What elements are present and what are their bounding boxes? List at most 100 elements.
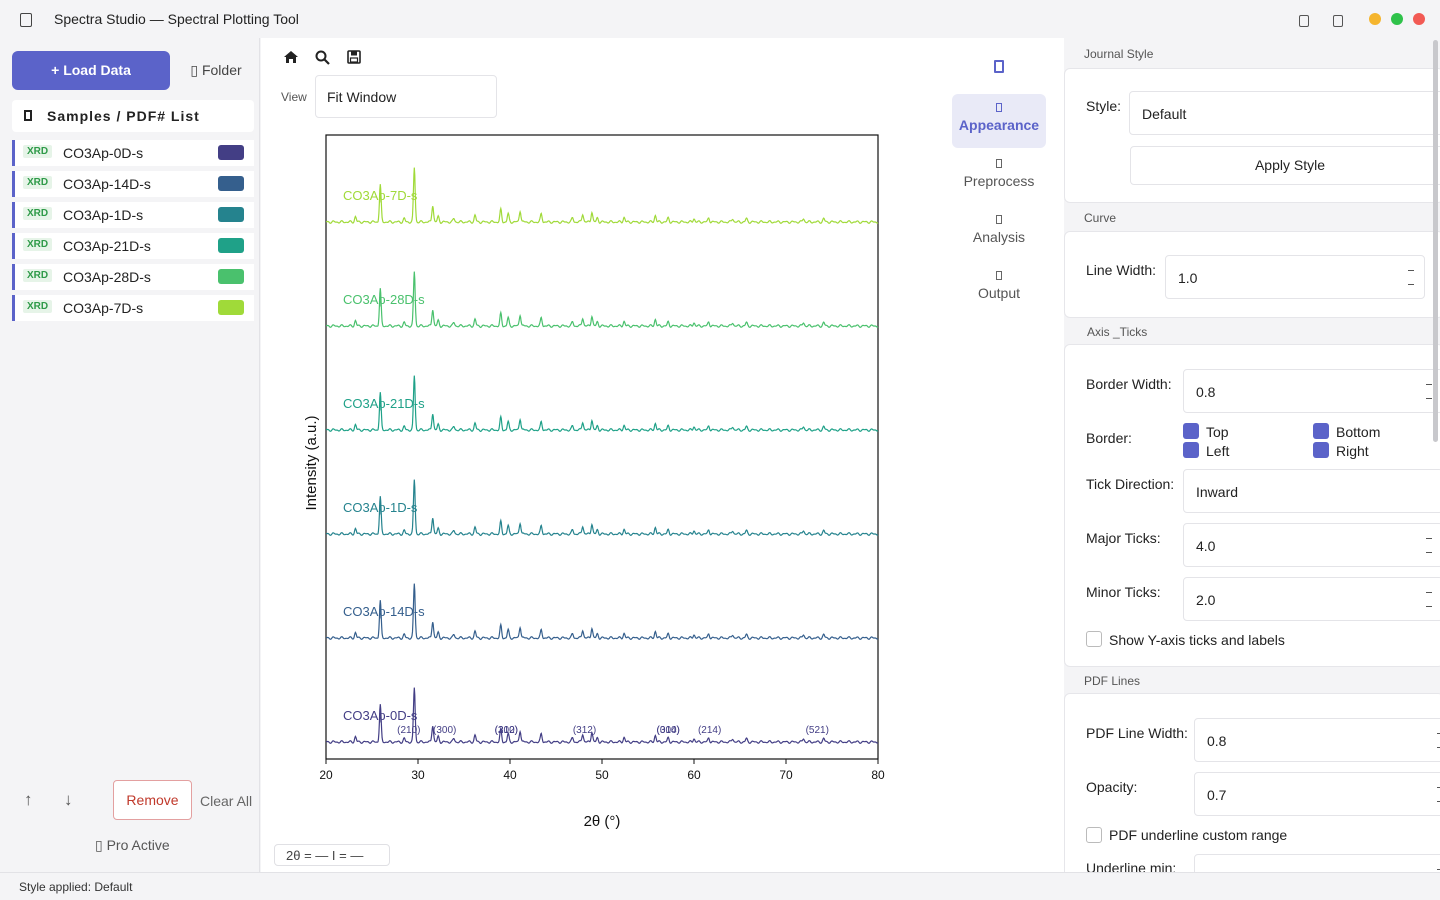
list-icon xyxy=(24,110,32,121)
series-label: CO3Ap-1D-s xyxy=(343,500,418,515)
export-icon xyxy=(996,271,1002,280)
filter-icon xyxy=(996,159,1002,168)
tab-analysis[interactable]: Analysis xyxy=(952,206,1046,260)
opacity-label: Opacity: xyxy=(1086,779,1138,795)
underline-min-label: Underline min: xyxy=(1086,860,1177,872)
spin-arrow-icon[interactable] xyxy=(1426,552,1432,553)
sample-type-badge: XRD xyxy=(23,145,53,158)
save-icon[interactable] xyxy=(347,50,361,67)
peak-annotation: (521) xyxy=(806,725,829,736)
sample-item[interactable]: XRD CO3Ap-28D-s xyxy=(12,264,254,290)
x-axis: 20 30 40 50 60 70 80 xyxy=(319,759,885,782)
border-label: Border: xyxy=(1086,430,1132,446)
help-icon[interactable] xyxy=(1333,15,1343,27)
border-width-input[interactable]: 0.8 xyxy=(1183,369,1440,413)
sample-color-swatch[interactable] xyxy=(218,269,244,284)
y-axis-label: Intensity (a.u.) xyxy=(303,415,320,510)
spin-arrow-icon[interactable] xyxy=(1426,538,1432,539)
sample-item[interactable]: XRD CO3Ap-0D-s xyxy=(12,140,254,166)
sample-color-swatch[interactable] xyxy=(218,300,244,315)
pdf-lines-card: PDF Line Width: 0.8 Opacity: 0.7 PDF und… xyxy=(1064,693,1440,872)
tick-direction-select[interactable]: Inward xyxy=(1183,469,1440,513)
curve-title: Curve xyxy=(1084,211,1117,225)
sample-item[interactable]: XRD CO3Ap-21D-s xyxy=(12,233,254,259)
minor-ticks-input[interactable]: 2.0 xyxy=(1183,577,1440,621)
sample-list: XRD CO3Ap-0D-s XRD CO3Ap-14D-s XRD CO3Ap-1D-s… xyxy=(12,140,254,326)
load-data-button[interactable]: + Load Data xyxy=(12,51,170,90)
apply-style-button[interactable]: Apply Style xyxy=(1130,146,1440,185)
move-down-button[interactable]: ↓ xyxy=(64,790,73,810)
remove-button[interactable]: Remove xyxy=(113,780,192,820)
sample-list-header: Samples / PDF# List xyxy=(12,100,254,132)
move-up-button[interactable]: ↑ xyxy=(24,790,33,810)
clear-all-button[interactable]: Clear All xyxy=(200,793,252,809)
tab-output[interactable]: Output xyxy=(952,262,1046,316)
x-axis-label: 2θ (°) xyxy=(584,813,621,830)
sample-color-swatch[interactable] xyxy=(218,207,244,222)
sample-item[interactable]: XRD CO3Ap-7D-s xyxy=(12,295,254,321)
sample-item[interactable]: XRD CO3Ap-1D-s xyxy=(12,202,254,228)
spin-arrow-icon[interactable] xyxy=(1426,384,1432,385)
sample-list-title: Samples / PDF# List xyxy=(47,108,200,124)
home-icon[interactable] xyxy=(283,50,299,67)
series-label: CO3Ap-28D-s xyxy=(343,292,425,307)
sample-color-swatch[interactable] xyxy=(218,145,244,160)
sample-color-swatch[interactable] xyxy=(218,238,244,253)
view-label: View xyxy=(281,90,307,104)
line-width-label: Line Width: xyxy=(1086,262,1157,278)
sample-name: CO3Ap-7D-s xyxy=(63,300,144,316)
peak-annotation: (312) xyxy=(573,725,596,736)
border-top-checkbox[interactable] xyxy=(1183,423,1199,439)
border-left-checkbox[interactable] xyxy=(1183,442,1199,458)
sample-name: CO3Ap-21D-s xyxy=(63,238,151,254)
style-select[interactable]: Default xyxy=(1129,91,1440,135)
border-bottom-checkbox[interactable] xyxy=(1313,423,1329,439)
view-select[interactable]: Fit Window xyxy=(315,75,497,118)
spin-arrow-icon[interactable] xyxy=(1408,270,1414,271)
sample-item[interactable]: XRD CO3Ap-14D-s xyxy=(12,171,254,197)
title-bar: Spectra Studio — Spectral Plotting Tool xyxy=(0,0,1440,40)
pdf-underline-checkbox[interactable] xyxy=(1086,827,1102,843)
border-right-checkbox[interactable] xyxy=(1313,442,1329,458)
pdf-lines-title: PDF Lines xyxy=(1084,674,1141,688)
settings-scrollbar[interactable] xyxy=(1433,40,1438,442)
border-width-label: Border Width: xyxy=(1086,376,1172,392)
major-ticks-input[interactable]: 4.0 xyxy=(1183,523,1440,567)
show-y-axis-checkbox[interactable] xyxy=(1086,631,1102,647)
settings-icon[interactable] xyxy=(1299,15,1309,27)
spin-arrow-icon[interactable] xyxy=(1408,284,1414,285)
show-y-axis-label: Show Y-axis ticks and labels xyxy=(1109,632,1285,648)
sample-name: CO3Ap-14D-s xyxy=(63,176,151,192)
minimize-button[interactable] xyxy=(1369,13,1381,25)
x-tick-label: 40 xyxy=(503,768,517,782)
pro-active-badge: ▯ Pro Active xyxy=(95,837,170,853)
folder-button[interactable]: ▯ Folder xyxy=(186,51,246,90)
document-icon[interactable] xyxy=(994,60,1004,73)
spin-arrow-icon[interactable] xyxy=(1426,398,1432,399)
underline-min-input[interactable]: 20.00 xyxy=(1194,854,1440,872)
peak-annotation: (202) xyxy=(495,725,518,736)
plot-area: View Fit Window CO3Ap-7D-s CO3Ap-28D-s CO3… xyxy=(261,38,941,872)
sample-type-badge: XRD xyxy=(23,300,53,313)
close-button[interactable] xyxy=(1413,13,1425,25)
sample-color-swatch[interactable] xyxy=(218,176,244,191)
sample-type-badge: XRD xyxy=(23,269,53,282)
x-tick-label: 60 xyxy=(687,768,701,782)
opacity-input[interactable]: 0.7 xyxy=(1194,772,1440,816)
series-label: CO3Ap-14D-s xyxy=(343,604,425,619)
sample-name: CO3Ap-0D-s xyxy=(63,145,144,161)
pdf-line-width-label: PDF Line Width: xyxy=(1086,725,1188,741)
spin-arrow-icon[interactable] xyxy=(1426,592,1432,593)
tab-preprocess[interactable]: Preprocess xyxy=(952,150,1046,204)
zoom-icon[interactable] xyxy=(315,50,330,68)
peak-annotation: (214) xyxy=(698,725,721,736)
tab-appearance[interactable]: Appearance xyxy=(952,94,1046,148)
peak-annotation: (310) xyxy=(657,725,680,736)
line-width-input[interactable]: 1.0 xyxy=(1165,255,1425,299)
pdf-line-width-input[interactable]: 0.8 xyxy=(1194,718,1440,762)
maximize-button[interactable] xyxy=(1391,13,1403,25)
settings-tabs: Appearance Preprocess Analysis Output xyxy=(941,38,1064,872)
spin-arrow-icon[interactable] xyxy=(1426,606,1432,607)
xrd-chart[interactable]: CO3Ap-7D-s CO3Ap-28D-s CO3Ap-21D-s CO3Ap-1D… xyxy=(261,118,921,838)
x-tick-label: 70 xyxy=(779,768,793,782)
